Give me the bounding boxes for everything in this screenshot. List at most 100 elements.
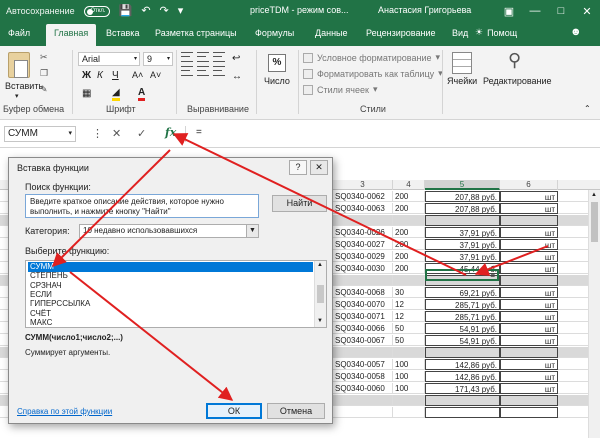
close-icon[interactable]: ✕ <box>574 0 600 22</box>
active-cell[interactable]: = <box>425 269 499 281</box>
tab-insert[interactable]: Вставка <box>106 28 139 38</box>
cell-price[interactable] <box>425 215 500 226</box>
column-header[interactable]: 6 <box>500 180 558 190</box>
cell-price[interactable]: 171,43 руб. <box>425 383 500 394</box>
ribbon-display-icon[interactable]: ▣ <box>496 0 522 22</box>
align-center-icon[interactable] <box>197 66 209 76</box>
paste-icon[interactable] <box>8 52 30 78</box>
cut-icon[interactable]: ✂ <box>40 52 48 63</box>
cell-price[interactable]: 207,88 руб. <box>425 191 500 202</box>
cell-code[interactable] <box>333 347 393 358</box>
category-select[interactable]: 10 недавно использовавшихся ▼ <box>79 224 259 238</box>
cell-code[interactable]: SQ0340-0060 <box>333 383 393 394</box>
align-left-icon[interactable] <box>181 66 193 76</box>
minimize-icon[interactable]: — <box>522 0 548 22</box>
autosave-toggle[interactable]: Откл. <box>83 5 110 17</box>
font-name-combo[interactable]: Arial ▾ <box>78 52 140 66</box>
tab-page-layout[interactable]: Разметка страницы <box>155 28 237 38</box>
cell-quantity[interactable]: 200 <box>393 263 425 274</box>
format-painter-icon[interactable]: ✎ <box>40 84 48 95</box>
cell-price[interactable]: 54,91 руб. <box>425 335 500 346</box>
cell-code[interactable] <box>333 395 393 406</box>
cell-quantity[interactable] <box>393 347 425 358</box>
help-icon[interactable]: ? <box>289 160 307 175</box>
chevron-down-icon[interactable]: ▼ <box>246 225 258 237</box>
customize-qat-icon[interactable]: ▾ <box>178 5 184 17</box>
cell-unit[interactable]: шт <box>500 263 558 274</box>
merge-center-icon[interactable]: ↔ <box>232 72 242 82</box>
font-shrink-icon[interactable]: A˅ <box>150 71 161 80</box>
user-name[interactable]: Анастасия Григорьева <box>378 5 471 15</box>
magnifier-icon[interactable]: ⚲ <box>508 50 521 71</box>
cell-unit[interactable]: шт <box>500 191 558 202</box>
align-middle-icon[interactable] <box>197 52 209 62</box>
column-header[interactable]: 4 <box>393 180 425 190</box>
ok-button[interactable]: ОК <box>206 403 262 419</box>
tab-review[interactable]: Рецензирование <box>366 28 436 38</box>
tab-data[interactable]: Данные <box>315 28 348 38</box>
conditional-formatting-button[interactable]: Условное форматирование ▾ <box>303 52 440 63</box>
formula-input[interactable]: = <box>185 126 597 142</box>
editing-button[interactable]: Редактирование <box>483 76 552 86</box>
cell-code[interactable] <box>333 215 393 226</box>
align-top-icon[interactable] <box>181 52 193 62</box>
find-button[interactable]: Найти <box>272 195 327 212</box>
tell-me-box[interactable]: ☀ Помощ <box>475 27 517 38</box>
cancel-entry-icon[interactable]: ✕ <box>112 127 121 140</box>
scroll-up-icon[interactable]: ▲ <box>591 192 597 198</box>
cell-price[interactable]: 142,86 руб. <box>425 359 500 370</box>
undo-icon[interactable]: ↶ <box>141 5 150 17</box>
number-format-icon[interactable]: % <box>268 54 286 72</box>
scroll-down-icon[interactable]: ▼ <box>317 318 323 324</box>
cell-styles-button[interactable]: Стили ячеек ▾ <box>303 84 377 95</box>
maximize-icon[interactable]: □ <box>548 0 574 22</box>
cell-unit[interactable]: шт <box>500 311 558 322</box>
underline-button[interactable]: Ч <box>112 71 119 81</box>
cell-price[interactable]: 142,86 руб. <box>425 371 500 382</box>
font-grow-icon[interactable]: A˄ <box>132 71 143 80</box>
cell-unit[interactable] <box>500 407 558 418</box>
cell-quantity[interactable] <box>393 395 425 406</box>
collapse-ribbon-icon[interactable]: ⌃ <box>584 104 591 113</box>
cell-price[interactable]: 37,91 руб. <box>425 251 500 262</box>
insert-function-icon[interactable]: fx <box>165 126 176 139</box>
cell-quantity[interactable]: 100 <box>393 383 425 394</box>
cell-unit[interactable]: шт <box>500 335 558 346</box>
cell-code[interactable]: SQ0340-0068 <box>333 287 393 298</box>
tab-view[interactable]: Вид <box>452 28 468 38</box>
cell-code[interactable]: SQ0340-0029 <box>333 251 393 262</box>
cell-code[interactable]: SQ0340-0066 <box>333 323 393 334</box>
tab-formulas[interactable]: Формулы <box>255 28 294 38</box>
function-list[interactable]: ▲ ▼ СУММ СТЕПЕНЬ СРЗНАЧ ЕСЛИ ГИПЕРССЫЛКА СЧЁТ… <box>25 260 327 328</box>
cell-code[interactable] <box>333 407 393 418</box>
align-right-icon[interactable] <box>213 66 225 76</box>
cell-unit[interactable]: шт <box>500 371 558 382</box>
cell-quantity[interactable] <box>393 275 425 286</box>
cell-code[interactable]: SQ0340-0058 <box>333 371 393 382</box>
more-options-icon[interactable]: ⋮ <box>92 127 103 140</box>
cell-quantity[interactable]: 200 <box>393 203 425 214</box>
cell-unit[interactable]: шт <box>500 323 558 334</box>
cell-code[interactable]: SQ0340-0067 <box>333 335 393 346</box>
vertical-scrollbar[interactable]: ▲ <box>588 190 600 438</box>
share-icon[interactable]: ☻ <box>570 26 582 38</box>
cell-quantity[interactable]: 50 <box>393 335 425 346</box>
cell-quantity[interactable]: 100 <box>393 359 425 370</box>
function-list-item[interactable]: МАКС <box>28 318 313 328</box>
cell-quantity[interactable]: 200 <box>393 191 425 202</box>
cell-price[interactable]: 285,71 руб. <box>425 311 500 322</box>
cell-quantity[interactable]: 200 <box>393 227 425 238</box>
cell-quantity[interactable]: 100 <box>393 371 425 382</box>
cell-unit[interactable] <box>500 275 558 286</box>
cell-quantity[interactable]: 30 <box>393 287 425 298</box>
cells-icon[interactable] <box>452 52 472 74</box>
cancel-button[interactable]: Отмена <box>267 403 325 419</box>
scrollbar-thumb[interactable] <box>317 285 324 303</box>
cell-unit[interactable] <box>500 347 558 358</box>
paste-dropdown-icon[interactable]: ▾ <box>15 92 19 100</box>
cell-quantity[interactable]: 50 <box>393 323 425 334</box>
cell-price[interactable]: 37,91 руб. <box>425 227 500 238</box>
confirm-entry-icon[interactable]: ✓ <box>137 127 146 140</box>
cell-unit[interactable]: шт <box>500 239 558 250</box>
cell-code[interactable] <box>333 275 393 286</box>
